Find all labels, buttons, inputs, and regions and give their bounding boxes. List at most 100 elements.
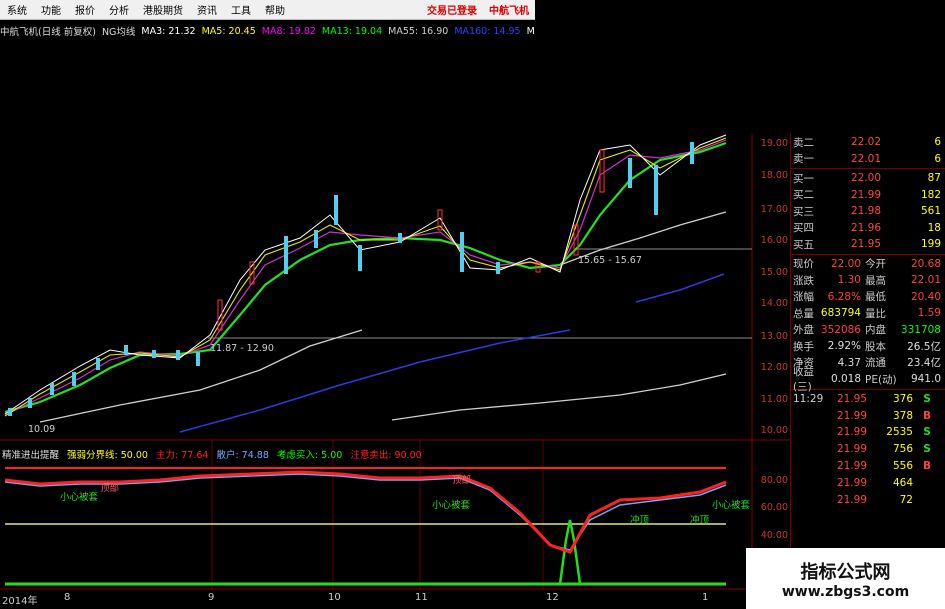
quote-row: 涨幅 6.28% 最低 20.40 [791, 289, 945, 306]
ask-price: 22.02 [850, 136, 881, 149]
watermark-title: 指标公式网 [800, 561, 891, 583]
indicator-tick: 60.00 [760, 502, 788, 513]
quote-label: 今开 [865, 258, 886, 271]
tick-side: B [922, 409, 931, 422]
main-force-value: 主力: 77.64 [156, 450, 209, 461]
bid-row[interactable]: 买四 21.96 18 [791, 220, 945, 237]
range-label-2: 15.65 - 15.67 [578, 255, 642, 266]
retail-value: 散户: 74.88 [216, 450, 269, 461]
quote-label: 最低 [865, 291, 886, 304]
tick-price: 21.99 [836, 460, 867, 473]
bid-price: 21.96 [850, 221, 881, 234]
quote-row: 总量 683794 量比 1.59 [791, 305, 945, 322]
quote-value: 4.37 [837, 356, 861, 369]
price-axis: 19.00 18.00 17.00 16.00 15.00 14.00 13.0… [752, 134, 790, 439]
tick-row: 21.99 2535 S [791, 424, 945, 441]
quote-label: 总量 [793, 307, 814, 320]
quote-value: 331708 [900, 323, 941, 336]
bid-price: 21.95 [850, 238, 881, 251]
careful-label: 小心被套 [60, 492, 99, 503]
bid-row[interactable]: 买三 21.98 561 [791, 203, 945, 220]
quote-value: 0.018 [830, 373, 861, 386]
quote-value: 20.68 [910, 257, 941, 270]
quote-value: 6.28% [827, 290, 861, 303]
price-tick: 10.00 [760, 425, 788, 436]
bid-row[interactable]: 买五 21.95 199 [791, 236, 945, 253]
tick-row: 21.99 378 B [791, 407, 945, 424]
price-tick: 18.00 [760, 170, 788, 181]
price-tick: 14.00 [760, 298, 788, 309]
time-tick: 1 [702, 592, 709, 603]
price-tick: 15.00 [760, 267, 788, 278]
ma13-line [4, 141, 727, 414]
ask-row[interactable]: 卖一 22.01 6 [791, 151, 945, 168]
quote-value: 941.0 [910, 373, 941, 386]
ma3-line [4, 134, 727, 415]
quote-label: 量比 [865, 307, 886, 320]
quote-label: 内盘 [865, 324, 886, 337]
quote-label: 换手 [793, 340, 814, 353]
bid-volume: 182 [920, 188, 941, 201]
indicator-tick: 80.00 [760, 475, 788, 486]
quote-value: 22.00 [830, 257, 861, 270]
tick-volume: 756 [892, 443, 913, 456]
time-tick: 11 [415, 592, 428, 603]
price-tick: 16.00 [760, 235, 788, 246]
quote-label: PE(动) [865, 373, 897, 386]
tick-volume: 376 [892, 392, 913, 405]
bid-label: 买一 [793, 172, 814, 185]
rush-label: 冲顶 [690, 515, 710, 526]
low-price-label: 10.09 [28, 424, 56, 435]
ask-volume: 6 [934, 152, 941, 165]
indicator-title[interactable]: 精准进出提醒 [2, 450, 59, 461]
quote-label: 股本 [865, 340, 886, 353]
quote-label: 最高 [865, 274, 886, 287]
tick-volume: 464 [892, 476, 913, 489]
quote-value: 22.01 [910, 274, 941, 287]
careful-label: 小心被套 [712, 500, 751, 511]
quote-value: 352086 [820, 323, 861, 336]
time-tick: 12 [546, 592, 559, 603]
tick-price: 21.95 [836, 392, 867, 405]
bid-label: 买四 [793, 222, 814, 235]
ma160-line [635, 273, 725, 303]
price-tick: 17.00 [760, 204, 788, 215]
tick-volume: 2535 [886, 426, 913, 439]
ma8-line [4, 139, 727, 416]
kline-chart[interactable] [0, 0, 790, 609]
bid-label: 买三 [793, 205, 814, 218]
ask-label: 卖一 [793, 153, 814, 166]
bid-row[interactable]: 买二 21.99 182 [791, 187, 945, 204]
quote-value: 20.40 [910, 290, 941, 303]
price-tick: 19.00 [760, 138, 788, 149]
tick-row: 21.99 556 B [791, 458, 945, 475]
tick-volume: 556 [892, 460, 913, 473]
site-watermark: 指标公式网 www.zbgs3.com [746, 548, 945, 609]
tick-row: 11:29 21.95 376 S [791, 391, 945, 408]
ask-label: 卖二 [793, 136, 814, 149]
bid-label: 买五 [793, 238, 814, 251]
consider-buy-value: 考虑买入: 5.00 [276, 450, 343, 461]
bid-label: 买二 [793, 189, 814, 202]
tick-price: 21.99 [836, 426, 867, 439]
time-tick: 9 [208, 592, 215, 603]
quote-label: 外盘 [793, 324, 814, 337]
tick-price: 21.99 [836, 476, 867, 489]
quote-label: 流通 [865, 357, 886, 370]
quote-row: 换手 2.92% 股本 26.5亿 [791, 338, 945, 355]
tick-side: S [923, 426, 931, 439]
tick-side: B [922, 460, 931, 473]
tick-row: 21.99 464 [791, 474, 945, 491]
top-label: 顶部 [452, 475, 472, 486]
tick-side: S [923, 443, 931, 456]
ask-row[interactable]: 卖二 22.02 6 [791, 134, 945, 151]
quote-label: 涨幅 [793, 291, 814, 304]
bid-volume: 199 [920, 238, 941, 251]
quote-label: 收益(三) [793, 366, 814, 394]
bid-row[interactable]: 买一 22.00 87 [791, 170, 945, 187]
quote-value: 1.59 [917, 307, 941, 320]
bid-price: 21.98 [850, 205, 881, 218]
range-label-1: 11.87 - 12.90 [210, 343, 274, 354]
quote-panel: 卖二 22.02 6 卖一 22.01 6 买一 22.00 87 买二 21.99 182 买三 21… [790, 134, 945, 609]
quote-value: 23.4亿 [907, 357, 941, 370]
